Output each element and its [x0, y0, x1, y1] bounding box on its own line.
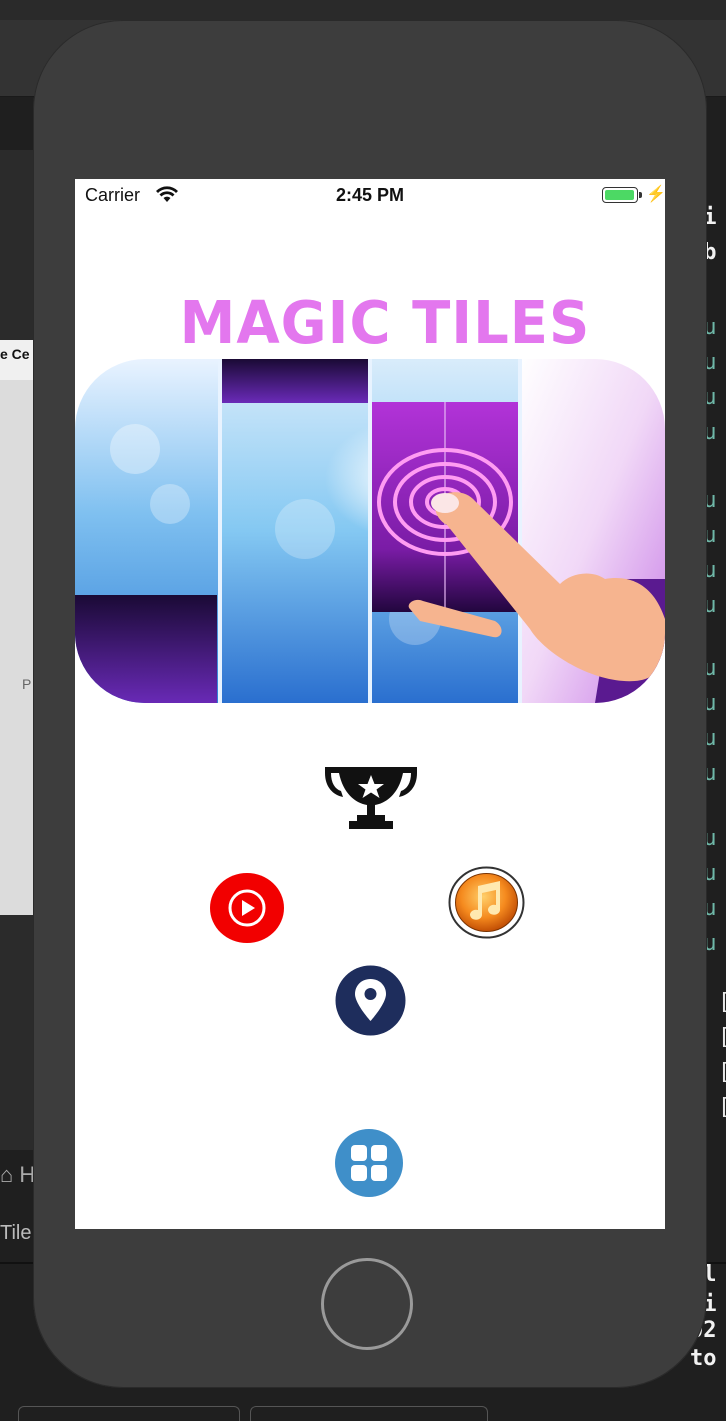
home-button[interactable] [321, 1258, 413, 1350]
ide-bottom-tab[interactable] [18, 1406, 240, 1421]
code-line: [ [718, 1095, 726, 1120]
code-line: to th [690, 1346, 717, 1371]
youtube-play-icon[interactable] [210, 873, 284, 943]
ide-left-home[interactable]: ⌂ H [0, 1162, 35, 1188]
ide-left-tab[interactable]: Tile [0, 1222, 31, 1245]
ide-bottom-tab[interactable] [250, 1406, 488, 1421]
charging-icon: ⚡ [646, 186, 665, 203]
grid-icon[interactable] [335, 1129, 403, 1197]
ide-left-letter: P [22, 676, 32, 692]
battery-fill [605, 190, 634, 200]
trophy-icon[interactable] [323, 763, 419, 833]
music-note-icon[interactable] [448, 866, 525, 939]
ide-title-bar [0, 0, 726, 21]
code-line: [ [718, 1060, 726, 1085]
clock: 2:45 PM [335, 185, 405, 205]
code-line: [ [718, 990, 726, 1015]
battery-icon [602, 187, 638, 203]
app-title: MAGIC TILES [179, 289, 591, 358]
ide-left-label: e Ce [0, 346, 30, 362]
ide-left-canvas [0, 380, 34, 915]
location-pin-icon[interactable] [335, 965, 406, 1036]
status-bar: Carrier 2:45 PM ⚡ [75, 179, 665, 211]
app-screen: Carrier 2:45 PM ⚡ MAGIC TILES [75, 179, 665, 1229]
code-line: [ [718, 1025, 726, 1050]
battery-tip [639, 192, 642, 198]
